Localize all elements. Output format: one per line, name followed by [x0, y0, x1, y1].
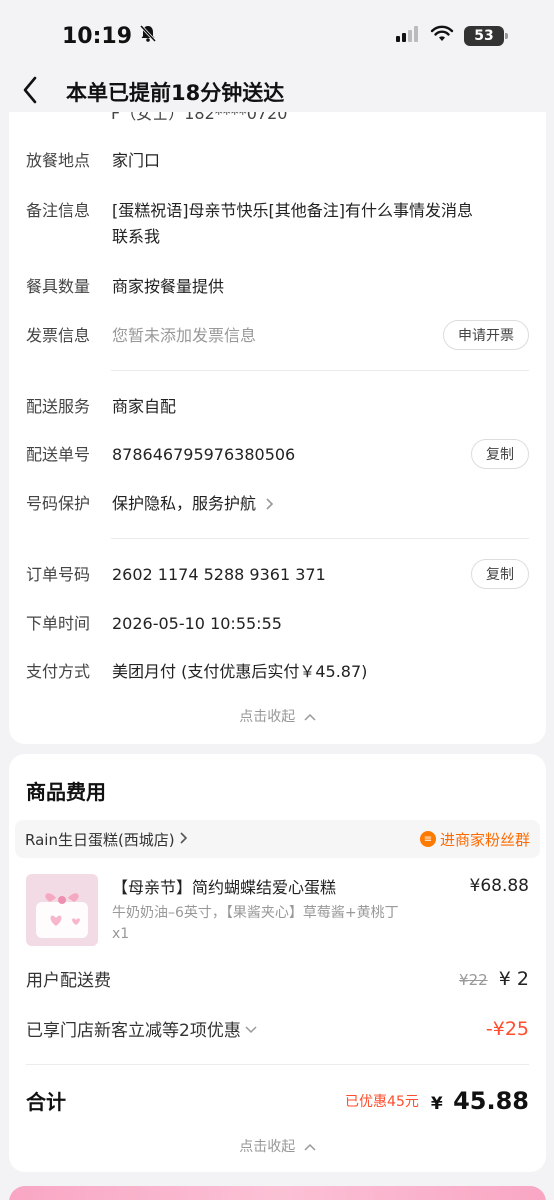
apply-invoice-button[interactable]: 申请开票: [443, 320, 529, 350]
total-amount: ¥ 45.88: [431, 1087, 529, 1115]
saved-amount: 已优惠45元: [345, 1093, 419, 1110]
product-price: ¥68.88: [469, 876, 529, 896]
divider: [111, 538, 529, 539]
back-button[interactable]: [0, 72, 60, 112]
delivery-fee-label: 用户配送费: [26, 971, 111, 991]
collapse-details-button[interactable]: 点击收起: [9, 706, 546, 726]
note-row: 备注信息 [蛋糕祝语]母亲节快乐[其他备注]有什么事情发消息 联系我: [26, 198, 529, 250]
note-value: [蛋糕祝语]母亲节快乐[其他备注]有什么事情发消息 联系我: [112, 198, 529, 250]
order-time-value: 2026-05-10 10:55:55: [112, 614, 282, 633]
total-row: 合计 已优惠45元 ¥ 45.88: [26, 1086, 529, 1115]
note-label: 备注信息: [26, 201, 91, 220]
product-quantity: x1: [112, 926, 130, 942]
delivery-fee-original: ¥22: [459, 970, 488, 989]
chevron-left-icon: [22, 76, 38, 108]
invoice-label: 发票信息: [26, 326, 91, 345]
product-image: [26, 874, 98, 946]
store-link[interactable]: Rain生日蛋糕(西城店): [25, 829, 187, 850]
tracking-value: 878646795976380506: [112, 445, 296, 464]
total-value: 45.88: [453, 1086, 529, 1115]
collapse-label: 点击收起: [239, 709, 296, 725]
page-title: 本单已提前18分钟送达: [66, 81, 285, 105]
order-number-row: 订单号码 2602 1174 5288 9361 371 复制: [26, 559, 529, 589]
status-icons: 53: [396, 25, 508, 47]
status-time-group: 10:19: [62, 23, 158, 49]
order-details-card: F（女士）182****0720 放餐地点 家门口 备注信息 [蛋糕祝语]母亲节…: [9, 112, 546, 744]
contact-info-partial: F（女士）182****0720: [111, 112, 288, 123]
privacy-label: 号码保护: [26, 494, 91, 513]
utensils-row: 餐具数量 商家按餐量提供: [26, 274, 529, 300]
delivery-fee-row: 用户配送费 ¥22 ¥ 2: [26, 966, 529, 992]
payment-label: 支付方式: [26, 662, 91, 681]
chevron-up-icon: [304, 1139, 316, 1155]
fans-group-label: 进商家粉丝群: [439, 830, 530, 849]
drop-location-label: 放餐地点: [26, 151, 91, 170]
delivery-service-value: 商家自配: [112, 397, 177, 416]
note-line-2: 联系我: [112, 227, 161, 246]
fees-title: 商品费用: [26, 780, 106, 804]
discount-label-group: 已享门店新客立减等2项优惠: [26, 1016, 257, 1041]
divider: [111, 370, 529, 371]
product-item[interactable]: 【母亲节】简约蝴蝶结爱心蛋糕 牛奶奶油–6英寸，【果酱夹心】草莓酱+黄桃丁 x1…: [26, 874, 529, 946]
fans-group-link[interactable]: ≡ 进商家粉丝群: [419, 829, 530, 850]
fees-card: 商品费用 Rain生日蛋糕(西城店) ≡ 进商家粉丝群 【母亲节】简约蝴蝶结爱心…: [9, 754, 546, 1172]
delivery-fee-amount: ¥22 ¥ 2: [459, 968, 529, 990]
copy-tracking-button[interactable]: 复制: [471, 439, 529, 469]
delivery-service-row: 配送服务 商家自配: [26, 394, 529, 420]
privacy-value: 保护隐私，服务护航: [112, 491, 529, 518]
delivery-service-label: 配送服务: [26, 397, 91, 416]
chevron-down-icon: [245, 1019, 257, 1039]
collapse-fees-button[interactable]: 点击收起: [9, 1136, 546, 1156]
drop-location-row: 放餐地点 家门口: [26, 148, 529, 174]
chevron-right-icon: [179, 830, 187, 848]
discount-label: 已享门店新客立减等2项优惠: [26, 1021, 241, 1041]
order-number-value: 2602 1174 5288 9361 371: [112, 565, 326, 584]
copy-order-button[interactable]: 复制: [471, 559, 529, 589]
privacy-row[interactable]: 号码保护 保护隐私，服务护航: [26, 491, 529, 518]
chevron-up-icon: [304, 709, 316, 725]
product-spec: 牛奶奶油–6英寸，【果酱夹心】草莓酱+黄桃丁: [112, 905, 399, 921]
tracking-row: 配送单号 878646795976380506 复制: [26, 439, 529, 469]
delivery-fee-price: ¥ 2: [498, 967, 529, 990]
payment-value: 美团月付 (支付优惠后实付￥45.87): [112, 662, 368, 681]
chevron-right-icon: [265, 492, 274, 518]
wifi-icon: [430, 25, 454, 47]
invoice-row: 发票信息 您暂未添加发票信息 申请开票: [26, 320, 529, 350]
order-time-row: 下单时间 2026-05-10 10:55:55: [26, 611, 529, 637]
total-amount-group: 已优惠45元 ¥ 45.88: [345, 1087, 529, 1115]
payment-row: 支付方式 美团月付 (支付优惠后实付￥45.87): [26, 659, 529, 685]
drop-location-value: 家门口: [112, 151, 161, 170]
note-line-1: [蛋糕祝语]母亲节快乐[其他备注]有什么事情发消息: [112, 201, 473, 220]
bell-muted-icon: [138, 23, 158, 49]
order-number-label: 订单号码: [26, 565, 91, 584]
chat-icon: ≡: [419, 831, 436, 847]
store-name: Rain生日蛋糕(西城店): [25, 830, 175, 849]
promo-banner-peek: [9, 1186, 546, 1200]
order-time-label: 下单时间: [26, 614, 91, 633]
utensils-value: 商家按餐量提供: [112, 277, 225, 296]
store-bar: Rain生日蛋糕(西城店) ≡ 进商家粉丝群: [15, 820, 540, 858]
divider: [26, 1064, 529, 1065]
tracking-label: 配送单号: [26, 445, 91, 464]
collapse-label: 点击收起: [239, 1139, 296, 1155]
total-label: 合计: [26, 1090, 66, 1114]
status-time: 10:19: [62, 23, 133, 49]
currency-symbol: ¥: [430, 1093, 443, 1114]
discount-row[interactable]: 已享门店新客立减等2项优惠 -¥25: [26, 1016, 529, 1042]
battery-indicator: 53: [464, 26, 508, 46]
utensils-label: 餐具数量: [26, 277, 91, 296]
status-bar: 10:19 53: [0, 0, 554, 72]
cellular-icon: [396, 25, 420, 47]
privacy-text: 保护隐私，服务护航: [112, 494, 257, 513]
nav-bar: 本单已提前18分钟送达: [0, 72, 554, 112]
product-name: 【母亲节】简约蝴蝶结爱心蛋糕: [112, 878, 337, 897]
discount-value: -¥25: [485, 1017, 529, 1040]
